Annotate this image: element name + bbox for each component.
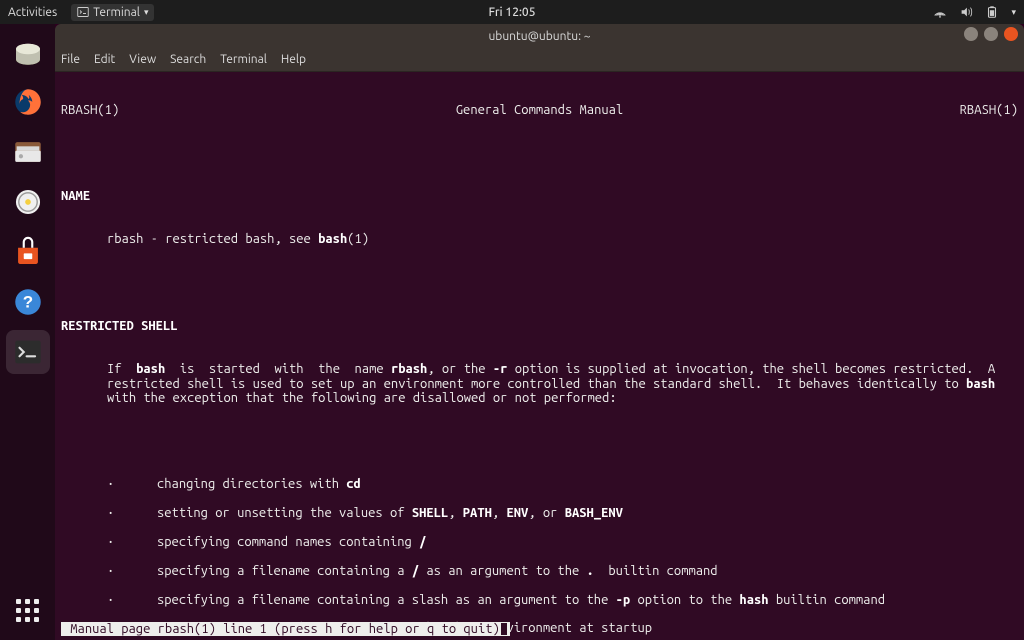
man-section-name: NAME	[61, 189, 1018, 203]
terminal-viewport[interactable]: RBASH(1) General Commands Manual RBASH(1…	[55, 72, 1024, 640]
menu-file[interactable]: File	[61, 53, 80, 66]
menu-help[interactable]: Help	[281, 53, 306, 66]
dock-item-terminal[interactable]	[6, 330, 50, 374]
gnome-topbar: Activities Terminal ▾ Fri 12:05 ▾	[0, 0, 1024, 24]
man-header: RBASH(1) General Commands Manual RBASH(1…	[61, 103, 1018, 117]
menu-view[interactable]: View	[129, 53, 156, 66]
man-bullet: ·specifying command names containing /	[61, 535, 1018, 549]
chevron-down-icon[interactable]: ▾	[1011, 7, 1016, 18]
maximize-button[interactable]	[984, 27, 998, 41]
network-icon[interactable]	[933, 5, 947, 19]
activities-button[interactable]: Activities	[8, 6, 57, 19]
window-titlebar[interactable]: ubuntu@ubuntu: ~	[55, 24, 1024, 48]
man-header-center: General Commands Manual	[119, 103, 960, 117]
minimize-button[interactable]	[964, 27, 978, 41]
menu-terminal[interactable]: Terminal	[220, 53, 267, 66]
dock-item-trash[interactable]	[6, 30, 50, 74]
dock-show-applications[interactable]	[6, 588, 50, 632]
man-header-right: RBASH(1)	[960, 103, 1018, 117]
menu-search[interactable]: Search	[170, 53, 206, 66]
man-bullet: ·specifying a filename containing a / as…	[61, 564, 1018, 578]
terminal-menubar: File Edit View Search Terminal Help	[55, 48, 1024, 72]
dock-item-software[interactable]	[6, 230, 50, 274]
battery-icon[interactable]	[985, 5, 999, 19]
dock-item-firefox[interactable]	[6, 80, 50, 124]
topbar-app-label: Terminal	[93, 6, 140, 19]
volume-icon[interactable]	[959, 5, 973, 19]
cursor	[500, 622, 508, 636]
topbar-app-menu[interactable]: Terminal ▾	[71, 4, 154, 21]
menu-edit[interactable]: Edit	[94, 53, 115, 66]
window-title: ubuntu@ubuntu: ~	[488, 30, 590, 43]
man-section-restricted: RESTRICTED SHELL	[61, 319, 1018, 333]
ubuntu-dock: ?	[0, 24, 55, 640]
close-button[interactable]	[1004, 27, 1018, 41]
man-intro-paragraph: If bash is started with the name rbash, …	[61, 362, 1018, 405]
topbar-clock[interactable]: Fri 12:05	[489, 6, 536, 19]
dock-item-files[interactable]	[6, 130, 50, 174]
man-header-left: RBASH(1)	[61, 103, 119, 117]
man-bullet: ·changing directories with cd	[61, 477, 1018, 491]
terminal-window: ubuntu@ubuntu: ~ File Edit View Search T…	[55, 24, 1024, 640]
terminal-icon	[77, 6, 89, 18]
man-bullet: ·specifying a filename containing a slas…	[61, 593, 1018, 607]
apps-grid-icon	[16, 599, 39, 622]
chevron-down-icon: ▾	[144, 7, 149, 18]
man-bullet: ·setting or unsetting the values of SHEL…	[61, 506, 1018, 520]
man-status-line: Manual page rbash(1) line 1 (press h for…	[61, 622, 510, 636]
dock-item-rhythmbox[interactable]	[6, 180, 50, 224]
svg-text:?: ?	[22, 293, 32, 312]
man-name-line: rbash - restricted bash, see bash(1)	[61, 232, 1018, 246]
dock-item-help[interactable]: ?	[6, 280, 50, 324]
